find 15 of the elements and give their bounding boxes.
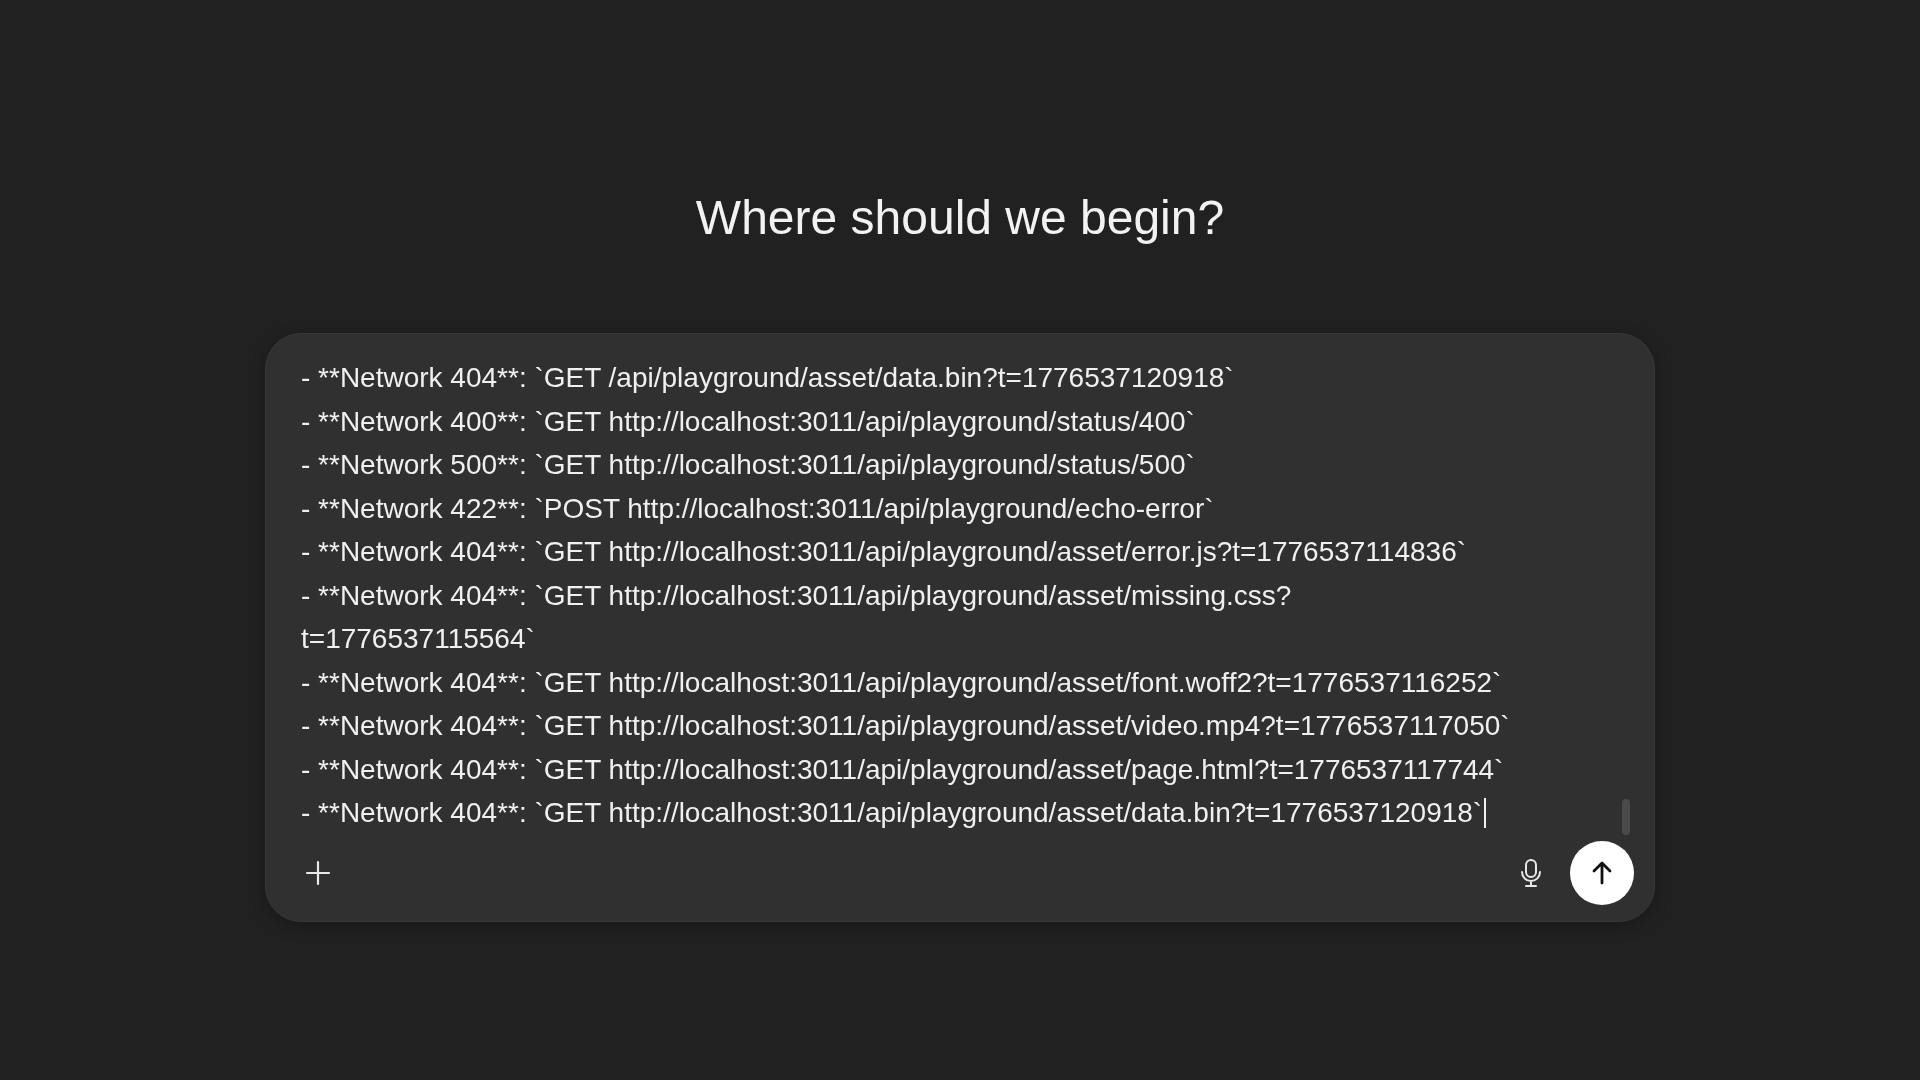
- composer-text-line: - **Network 404**: `GET http://localhost:3011/api/playground/asset/missing.css?: [301, 578, 1293, 613]
- composer-text-line: - **Network 422**: `POST http://localhost:3011/api/playground/echo-error`: [301, 491, 1215, 526]
- composer-text-line: - **Network 400**: `GET http://localhost:3011/api/playground/status/400`: [301, 404, 1196, 439]
- scrollbar-thumb[interactable]: [1622, 798, 1630, 835]
- composer-text-line: - **Network 404**: `GET http://localhost:3011/api/playground/asset/data.bin?t=1776537120918`: [301, 791, 1594, 835]
- message-composer[interactable]: [265, 333, 1655, 922]
- text-cursor: [1484, 798, 1487, 828]
- composer-text-line: - **Network 404**: `GET http://localhost:3011/api/playground/asset/page.html?t=1776537117744`: [301, 752, 1505, 787]
- composer-text-line: t=1776537115564`: [301, 622, 536, 656]
- composer-text-line: - **Network 404**: `GET http://localhost:3011/api/playground/asset/font.woff2?t=1776537116252`: [301, 665, 1503, 700]
- composer-text-line: - **Network 404**: `GET http://localhost:3011/api/playground/asset/video.mp4?t=1776537117050`: [301, 709, 1511, 743]
- composer-text-line: - **Network 404**: `GET http://localhost:3011/api/playground/asset/error.js?t=1776537114836`: [301, 535, 1468, 569]
- composer-text-line: - **Network 404**: `GET /api/playground/asset/data.bin?t=1776537120918`: [301, 361, 1235, 395]
- composer-text-line: - **Network 500**: `GET http://localhost:3011/api/playground/status/500`: [301, 448, 1196, 482]
- page-heading: Where should we begin?: [695, 190, 1225, 246]
